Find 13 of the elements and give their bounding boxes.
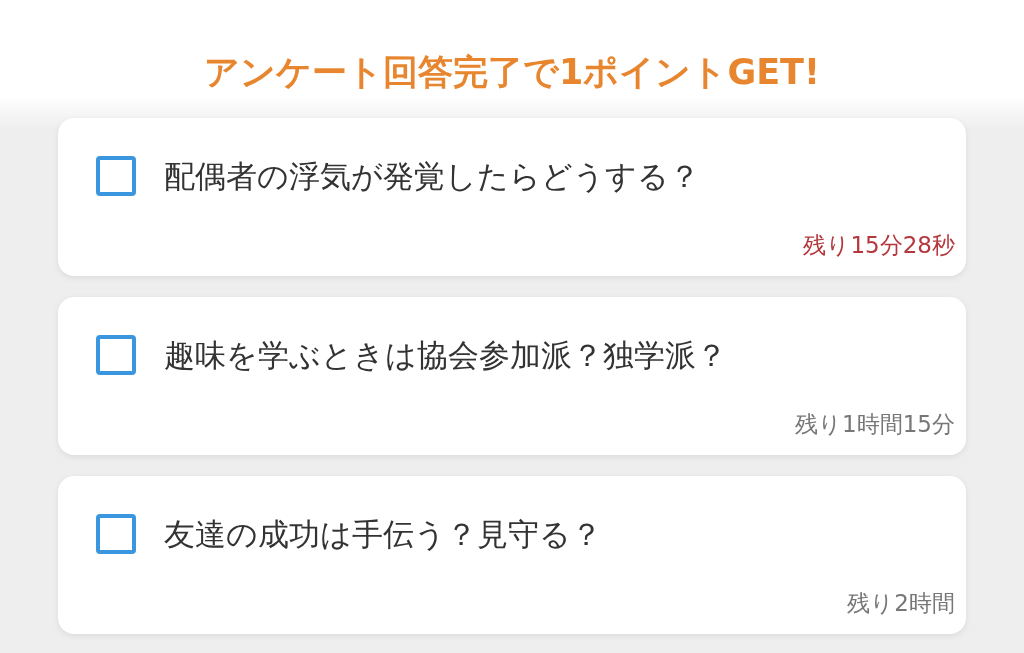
- checkbox[interactable]: [96, 335, 136, 375]
- reward-title: アンケート回答完了で1ポイントGET!: [203, 51, 821, 94]
- survey-question: 配偶者の浮気が発覚したらどうする？: [164, 157, 700, 196]
- checkbox[interactable]: [96, 514, 136, 554]
- time-remaining: 残り1時間15分: [795, 410, 955, 439]
- survey-question: 趣味を学ぶときは協会参加派？独学派？: [164, 336, 727, 375]
- time-remaining: 残り2時間: [847, 589, 955, 618]
- checkbox[interactable]: [96, 156, 136, 196]
- survey-question: 友達の成功は手伝う？見守る？: [164, 515, 602, 554]
- survey-card[interactable]: 趣味を学ぶときは協会参加派？独学派？ 残り1時間15分: [58, 297, 966, 455]
- survey-card[interactable]: 配偶者の浮気が発覚したらどうする？ 残り15分28秒: [58, 118, 966, 276]
- survey-card[interactable]: 友達の成功は手伝う？見守る？ 残り2時間: [58, 476, 966, 634]
- time-remaining: 残り15分28秒: [803, 231, 955, 260]
